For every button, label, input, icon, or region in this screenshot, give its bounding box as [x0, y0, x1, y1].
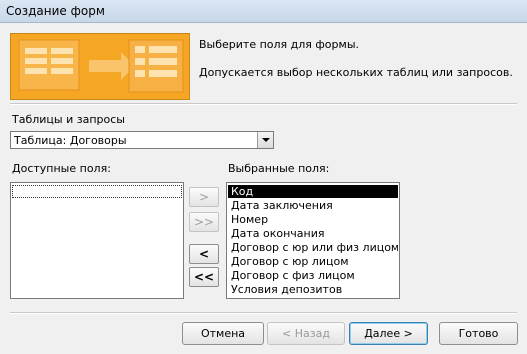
title-bar: Создание форм — [0, 0, 527, 23]
dropdown-arrow-icon[interactable] — [257, 132, 273, 148]
remove-all-fields-button[interactable]: << — [189, 267, 219, 287]
window-title: Создание форм — [6, 4, 105, 18]
list-item[interactable]: Договор с физ лицом — [228, 269, 398, 282]
tables-label: Таблицы и запросы — [12, 113, 125, 126]
tables-combo[interactable]: Таблица: Договоры — [10, 131, 274, 149]
list-item[interactable]: Дата окончания — [228, 227, 398, 240]
finish-button[interactable]: Готово — [439, 322, 518, 345]
wizard-hint: Допускается выбор нескольких таблиц или … — [199, 66, 513, 79]
remove-field-button[interactable]: < — [189, 244, 219, 264]
list-item[interactable]: Условия депозитов — [228, 283, 398, 296]
tables-combo-value: Таблица: Договоры — [14, 134, 127, 147]
list-item[interactable]: Номер — [228, 213, 398, 226]
list-item[interactable]: Договор с юр или физ лицом — [228, 241, 398, 254]
wizard-banner-graphic — [10, 33, 190, 100]
list-item[interactable]: Договор с юр лицом — [228, 255, 398, 268]
list-item[interactable]: Дата заключения — [228, 199, 398, 212]
header-divider — [10, 103, 517, 105]
footer-divider — [10, 312, 517, 314]
selected-fields-label: Выбранные поля: — [228, 162, 330, 175]
focus-rectangle — [12, 185, 182, 198]
wizard-instruction: Выберите поля для формы. — [199, 38, 359, 51]
add-field-button[interactable]: > — [189, 187, 219, 207]
next-button[interactable]: Далее > — [349, 322, 428, 345]
back-button[interactable]: < Назад — [267, 322, 345, 345]
available-fields-label: Доступные поля: — [12, 162, 111, 175]
cancel-button[interactable]: Отмена — [182, 322, 264, 345]
add-all-fields-button[interactable]: >> — [189, 212, 219, 232]
list-item[interactable]: Код — [228, 185, 398, 198]
selected-fields-list[interactable]: Код Дата заключения Номер Дата окончания… — [226, 182, 400, 299]
available-fields-list[interactable] — [10, 182, 184, 299]
